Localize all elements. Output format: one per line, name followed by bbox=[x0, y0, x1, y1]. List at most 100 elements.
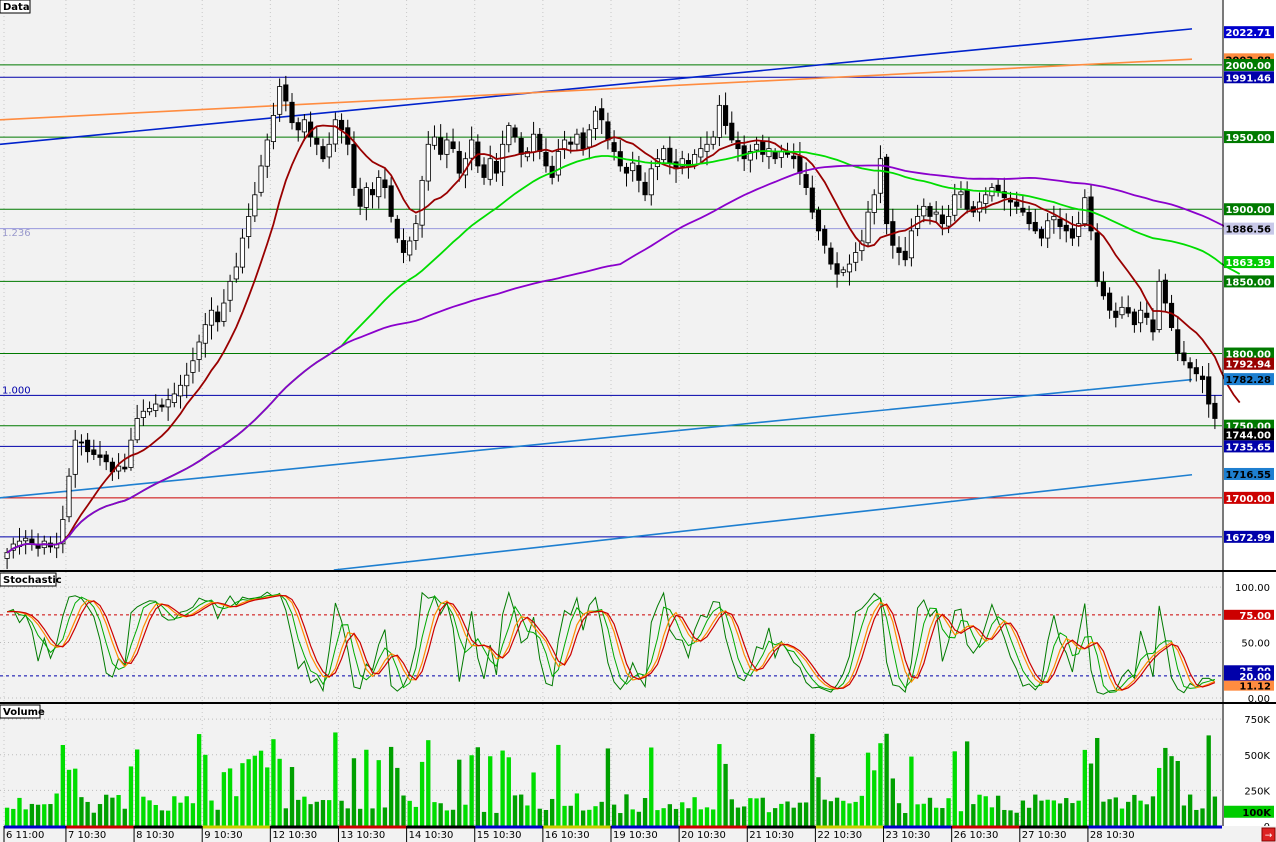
volume-bar bbox=[525, 805, 530, 826]
candle-body bbox=[400, 240, 407, 253]
volume-bar bbox=[54, 793, 59, 826]
volume-bar bbox=[444, 810, 450, 826]
candle-body bbox=[952, 194, 958, 216]
price-axis-tag-label: 1716.55 bbox=[1225, 470, 1271, 481]
volume-bar bbox=[265, 767, 270, 826]
volume-bar bbox=[1088, 763, 1094, 826]
stochastic-panel-label: Stochastic bbox=[3, 575, 62, 586]
price-panel-label: Data bbox=[3, 2, 30, 13]
volume-bar bbox=[432, 802, 437, 826]
volume-bar bbox=[234, 796, 239, 826]
candle-body bbox=[1125, 307, 1131, 314]
volume-bar bbox=[636, 811, 642, 826]
volume-bar bbox=[66, 769, 72, 826]
candle-body bbox=[623, 166, 630, 174]
x-axis-label: 21 10:30 bbox=[749, 830, 794, 841]
candle-body bbox=[190, 360, 196, 373]
x-axis-label: 12 10:30 bbox=[272, 830, 317, 841]
volume-bar bbox=[977, 794, 982, 826]
candle-body bbox=[1131, 311, 1137, 326]
scroll-button[interactable]: → bbox=[1261, 827, 1276, 842]
volume-bar bbox=[97, 804, 103, 826]
candle-body bbox=[741, 145, 747, 160]
candle-body bbox=[1007, 199, 1014, 203]
volume-bar bbox=[779, 803, 784, 826]
candle-body bbox=[945, 216, 952, 227]
volume-bar bbox=[946, 798, 951, 826]
volume-bar bbox=[494, 812, 499, 826]
price-axis-tag-label: 1991.46 bbox=[1225, 73, 1271, 84]
price-axis-tag-label: 1782.28 bbox=[1225, 375, 1271, 386]
candle-body bbox=[444, 139, 450, 155]
volume-bar bbox=[475, 747, 480, 826]
volume-bar bbox=[122, 808, 127, 826]
volume-bar bbox=[17, 797, 22, 826]
volume-bar bbox=[395, 767, 400, 826]
volume-bar bbox=[1132, 794, 1137, 826]
volume-panel-label: Volume bbox=[3, 707, 45, 718]
stochastic-tick-label: 50.00 bbox=[1241, 639, 1270, 650]
candle-body bbox=[1119, 306, 1125, 316]
volume-bar bbox=[438, 803, 443, 826]
x-axis-label: 16 10:30 bbox=[545, 830, 590, 841]
candle-body bbox=[902, 250, 908, 261]
candle-body bbox=[159, 404, 165, 408]
volume-bar bbox=[1138, 800, 1143, 826]
volume-bar bbox=[215, 809, 220, 826]
volume-bar bbox=[240, 763, 245, 826]
candle-body bbox=[388, 185, 394, 217]
candle-body bbox=[184, 374, 190, 387]
candle-body bbox=[208, 309, 215, 326]
candle-body bbox=[1212, 402, 1218, 419]
volume-bar bbox=[463, 804, 468, 826]
volume-bar bbox=[537, 808, 542, 826]
volume-bar bbox=[562, 805, 567, 826]
volume-bar bbox=[1002, 809, 1007, 826]
volume-bar bbox=[1113, 797, 1118, 826]
candle-body bbox=[215, 311, 221, 323]
candle-body bbox=[784, 152, 791, 155]
volume-bar bbox=[128, 766, 134, 826]
volume-bar bbox=[680, 802, 685, 826]
candle-body bbox=[227, 280, 233, 301]
candle-body bbox=[221, 302, 227, 322]
candle-body bbox=[23, 537, 29, 542]
volume-bar bbox=[1082, 749, 1087, 826]
candle-body bbox=[177, 384, 184, 397]
volume-bar bbox=[989, 807, 995, 826]
candle-body bbox=[66, 475, 72, 518]
candle-body bbox=[1051, 216, 1057, 221]
candle-body bbox=[871, 194, 877, 213]
stochastic-axis-tag-label: 11.12 bbox=[1239, 682, 1271, 693]
x-axis-label: 6 11:00 bbox=[6, 830, 44, 841]
candle-body bbox=[283, 84, 289, 102]
volume-bar bbox=[283, 808, 288, 826]
volume-bar bbox=[302, 796, 307, 826]
x-axis: 6 11:00 7 10:30 8 10:30 9 10:30 12 10:30 13 1… bbox=[0, 825, 1276, 842]
price-axis-tag-label: 1863.39 bbox=[1225, 258, 1271, 269]
volume-bar bbox=[147, 800, 152, 826]
candle-body bbox=[704, 143, 710, 152]
candle-body bbox=[735, 140, 741, 150]
candle-body bbox=[382, 179, 388, 188]
volume-bar bbox=[717, 744, 722, 826]
candle-body bbox=[1038, 229, 1045, 239]
volume-bar bbox=[1150, 796, 1156, 826]
candle-body bbox=[791, 155, 797, 160]
volume-bar bbox=[995, 795, 1001, 826]
volume-bar bbox=[568, 805, 573, 826]
candle-body bbox=[277, 86, 283, 115]
candle-body bbox=[1100, 281, 1106, 297]
volume-bar bbox=[872, 770, 877, 826]
candle-body bbox=[853, 252, 859, 263]
candle-body bbox=[258, 165, 264, 193]
candle-body bbox=[537, 133, 543, 152]
candle-body bbox=[710, 136, 716, 145]
volume-bar bbox=[642, 798, 648, 826]
volume-bar bbox=[1033, 794, 1038, 826]
volume-bar bbox=[221, 772, 227, 826]
volume-bar bbox=[73, 768, 78, 826]
volume-bar bbox=[1051, 800, 1057, 826]
candle-body bbox=[766, 148, 772, 158]
volume-bar bbox=[543, 809, 549, 826]
